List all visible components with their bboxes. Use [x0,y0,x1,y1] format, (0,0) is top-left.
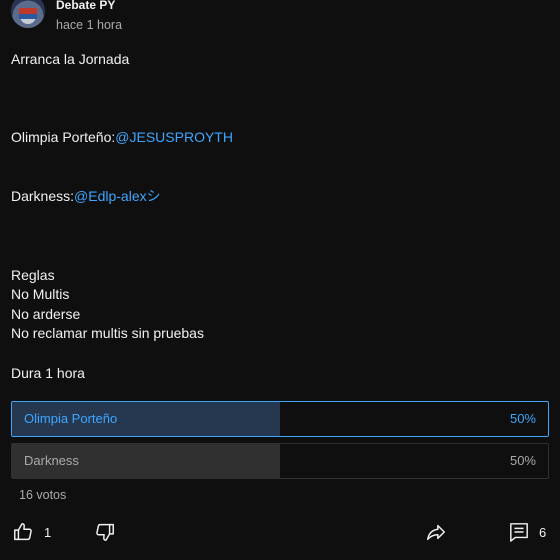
share-icon [427,524,445,541]
post-text: No arderse [11,305,81,322]
post-text-line [11,226,551,246]
post-text-line [11,70,551,90]
poll-option-darkness[interactable]: Darkness 50% [11,443,549,479]
post-header: Debate PY hace 1 hora [11,0,551,34]
post-text-line [11,148,551,168]
user-mention-link[interactable]: @Edlp-alexシ [74,188,161,204]
post-text: Reglas [11,266,55,283]
post-text-line: No arderse [11,305,551,325]
poll-option-percent: 50% [509,411,536,426]
user-mention-link[interactable]: @JESUSPROYTH [115,129,233,145]
post-text: No Multis [11,286,70,303]
post-timestamp: hace 1 hora [56,18,123,32]
post-text: No reclamar multis sin pruebas [11,325,204,342]
channel-avatar[interactable] [11,0,45,28]
channel-name[interactable]: Debate PY [56,0,115,12]
thumbs-down-icon [96,523,114,541]
poll-option-label: Olimpia Porteño [24,411,118,426]
post-text-line: No reclamar multis sin pruebas [11,324,551,344]
share-button[interactable] [425,520,447,544]
post-text-line: Dura 1 hora [11,364,551,384]
post-text-line: No Multis [11,285,551,305]
comment-count: 6 [539,524,547,540]
post-text: Dura 1 hora [11,364,85,381]
post-text-line [11,246,551,266]
post-body: Arranca la Jornada Olimpia Porteño:@JESUS… [11,50,551,383]
post-text-line: Arranca la Jornada [11,50,551,70]
comments-button[interactable]: 6 [509,520,546,544]
comment-icon [510,523,528,542]
poll-vote-count: 16 votos [19,488,67,502]
post-text-line [11,89,551,109]
like-count: 1 [44,524,52,540]
post-text-line: Darkness:@Edlp-alexシ [11,187,551,207]
post-text-line [11,207,551,227]
post-text-line [11,168,551,188]
poll-option-label: Darkness [24,453,79,468]
dislike-button[interactable] [94,520,116,544]
poll-option-percent: 50% [509,453,536,468]
post-text-line [11,344,551,364]
post-text: Olimpia Porteño: [11,129,116,146]
like-button[interactable]: 1 [12,520,51,544]
post-text-line: Reglas [11,266,551,286]
thumbs-up-icon [14,523,32,541]
post-text-line: Olimpia Porteño:@JESUSPROYTH [11,128,551,148]
post-text-line [11,109,551,129]
post-text: Arranca la Jornada [11,51,130,67]
post-text: Darkness: [11,188,75,205]
poll-option-olimpia[interactable]: Olimpia Porteño 50% [11,401,549,437]
